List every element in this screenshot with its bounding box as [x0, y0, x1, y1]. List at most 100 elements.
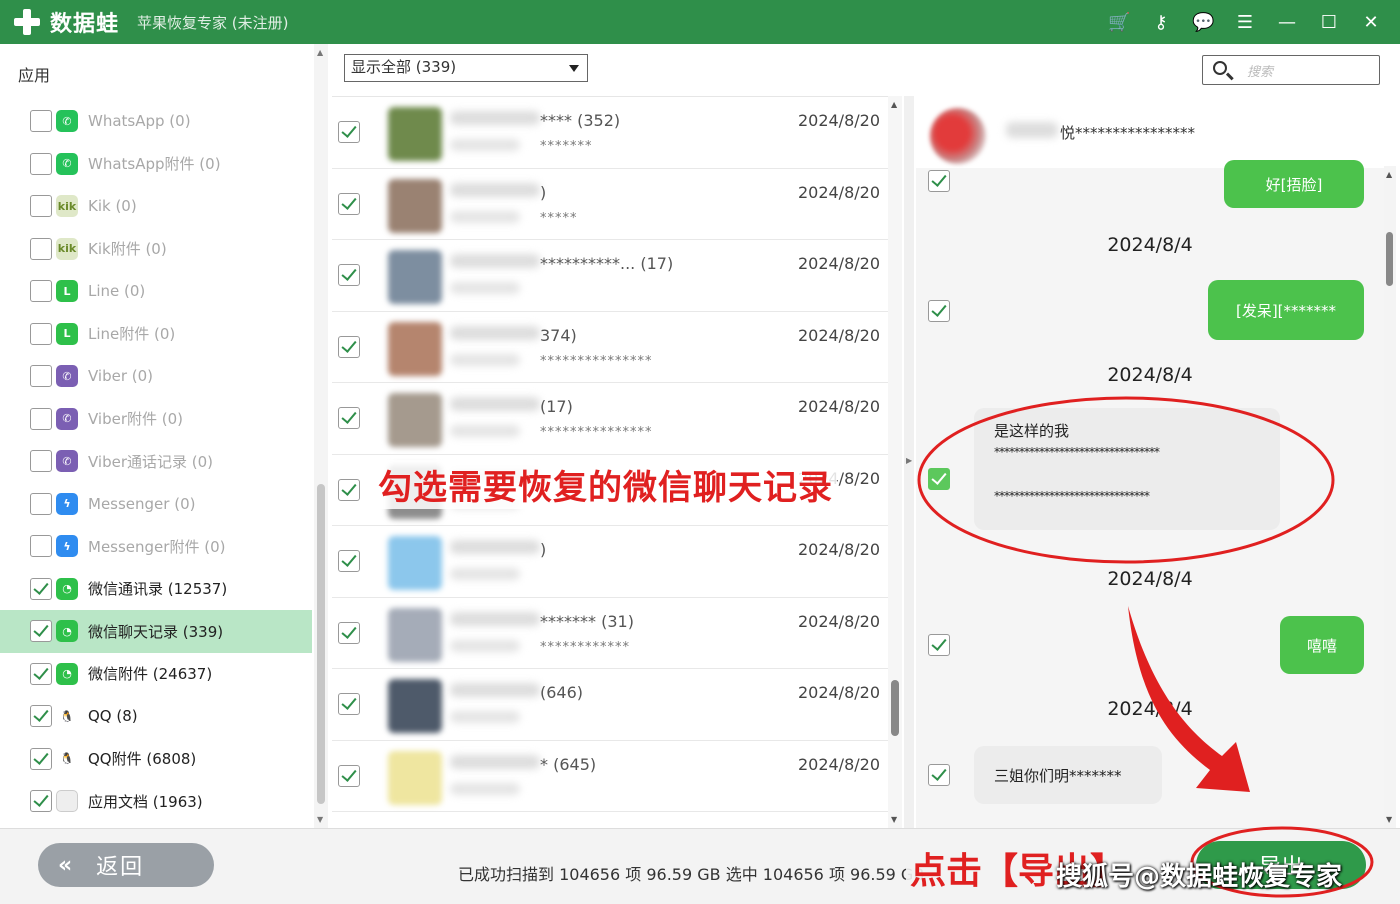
scroll-down-icon[interactable]: ▼: [317, 815, 323, 824]
sidebar-item-checkbox[interactable]: [30, 790, 52, 813]
scrollbar-thumb[interactable]: [317, 484, 325, 804]
key-icon[interactable]: ⚷: [1150, 12, 1172, 33]
scrollbar-thumb[interactable]: [891, 680, 899, 736]
pane-splitter[interactable]: ▶: [904, 96, 914, 828]
sidebar-scrollbar[interactable]: ▲ ▼: [314, 44, 328, 828]
conversation-name-blur: [450, 397, 540, 411]
sidebar-item[interactable]: ◔ 微信通讯录 (12537): [0, 568, 312, 611]
scroll-up-icon[interactable]: ▲: [891, 100, 897, 109]
sidebar-item-checkbox[interactable]: [30, 280, 52, 303]
conversation-checkbox[interactable]: [338, 693, 360, 715]
list-icon[interactable]: ☰: [1234, 12, 1256, 33]
sidebar-item[interactable]: ◔ 微信附件 (24637): [0, 653, 312, 696]
sidebar-item-checkbox[interactable]: [30, 492, 52, 515]
chat-scrollbar[interactable]: ▲ ▼: [1384, 166, 1396, 828]
back-button[interactable]: ‹‹ 返回: [38, 843, 214, 887]
sidebar-item[interactable]: ✆ Viber (0): [0, 355, 312, 398]
conversation-title: ): [540, 540, 547, 559]
conversation-date: 2024/8/20: [797, 111, 880, 130]
sidebar-item-checkbox[interactable]: [30, 450, 52, 473]
conversation-checkbox[interactable]: [338, 121, 360, 143]
app-logo: 数据蛙: [50, 12, 120, 37]
sidebar-item-checkbox[interactable]: [30, 535, 52, 558]
sidebar-item[interactable]: ◔ 微信聊天记录 (339): [0, 610, 312, 653]
chat-icon[interactable]: 💬: [1192, 12, 1214, 33]
message-checkbox[interactable]: [928, 170, 950, 192]
conversation-name-blur: [450, 325, 540, 340]
sidebar-item-checkbox[interactable]: [30, 152, 52, 175]
scroll-up-icon[interactable]: ▲: [1386, 170, 1392, 179]
conversation-name-blur: [450, 754, 540, 769]
sidebar-item[interactable]: kik Kik附件 (0): [0, 228, 312, 271]
sidebar-item[interactable]: ✆ Viber附件 (0): [0, 398, 312, 441]
sidebar-item[interactable]: ϟ Messenger (0): [0, 483, 312, 526]
sidebar-item[interactable]: L Line附件 (0): [0, 313, 312, 356]
conversation-checkbox[interactable]: [338, 478, 360, 501]
scroll-up-icon[interactable]: ▲: [317, 48, 323, 57]
conversation-row[interactable]: (17) *************** 2024/8/20: [332, 383, 888, 455]
sidebar-item[interactable]: 应用文档 (1963): [0, 780, 312, 823]
sidebar-item-checkbox[interactable]: [30, 237, 52, 260]
sidebar-item-label: WhatsApp附件 (0): [88, 155, 221, 174]
sidebar-item-checkbox[interactable]: [30, 705, 52, 728]
conversation-checkbox[interactable]: [338, 192, 360, 215]
conversation-row[interactable]: **** (352) ******* 2024/8/20: [332, 97, 888, 169]
sidebar-item[interactable]: 🐧 QQ (8): [0, 695, 312, 738]
conversation-row[interactable]: **********... (17) 2024/8/20: [332, 240, 888, 312]
conversation-row[interactable]: ) ***** 2024/8/20: [332, 169, 888, 240]
sidebar-item-checkbox[interactable]: [30, 620, 52, 643]
sidebar-item-checkbox[interactable]: [30, 747, 52, 770]
conversation-checkbox[interactable]: [338, 407, 360, 429]
conversation-scrollbar[interactable]: ▲ ▼: [888, 96, 902, 828]
sidebar-item[interactable]: ✆ Viber通话记录 (0): [0, 440, 312, 483]
message-checkbox[interactable]: [928, 300, 950, 322]
conversation-checkbox[interactable]: [338, 764, 360, 787]
conversation-checkbox[interactable]: [338, 264, 360, 286]
sidebar-item[interactable]: ✆ WhatsApp (0): [0, 100, 312, 143]
scrollbar-thumb[interactable]: [1386, 232, 1393, 286]
sidebar-item-label: Kik (0): [88, 197, 137, 216]
conversation-checkbox[interactable]: [338, 335, 360, 358]
conversation-row[interactable]: ) 2024/8/20: [332, 526, 888, 598]
sidebar-item[interactable]: kik Kik (0): [0, 185, 312, 228]
conversation-date: 2024/8/20: [797, 611, 880, 631]
sidebar-item-checkbox[interactable]: [30, 322, 52, 345]
sidebar-item-checkbox[interactable]: [30, 577, 52, 600]
conversation-row[interactable]: 374) *************** 2024/8/20: [332, 312, 888, 383]
conversation-date: 2024/8/20: [797, 540, 880, 559]
maximize-icon[interactable]: ☐: [1318, 12, 1340, 33]
close-icon[interactable]: ✕: [1360, 12, 1382, 33]
conversation-checkbox[interactable]: [338, 550, 360, 572]
conversation-checkbox[interactable]: [338, 621, 360, 644]
conversation-row[interactable]: * (645) 2024/8/20: [332, 741, 888, 812]
conversation-preview: ***************: [540, 353, 653, 369]
sidebar-item-label: 微信通讯录 (12537): [88, 580, 228, 599]
conversation-title: 374): [540, 325, 577, 345]
sidebar-item[interactable]: 🐧 QQ附件 (6808): [0, 738, 312, 781]
conversation-preview-blur: [450, 568, 520, 580]
conversation-preview: *****: [540, 210, 578, 226]
sidebar-item-checkbox[interactable]: [30, 110, 52, 133]
scroll-down-icon[interactable]: ▼: [891, 815, 897, 824]
sidebar-item-checkbox[interactable]: [30, 365, 52, 388]
conversation-row[interactable]: ******* (31) ************ 2024/8/20: [332, 598, 888, 669]
minimize-icon[interactable]: —: [1276, 12, 1298, 33]
sidebar-item-checkbox[interactable]: [30, 662, 52, 685]
message-checkbox[interactable]: [928, 764, 950, 786]
sidebar-item[interactable]: ✆ WhatsApp附件 (0): [0, 143, 312, 186]
message-checkbox[interactable]: [928, 468, 950, 490]
sidebar-item-checkbox[interactable]: [30, 407, 52, 430]
conversation-date: 2024/8/20: [797, 397, 880, 416]
filter-dropdown[interactable]: 显示全部 (339): [344, 54, 588, 82]
conversation-title: ): [540, 182, 547, 202]
conversation-row[interactable]: (646) 2024/8/20: [332, 669, 888, 741]
sidebar-item-label: Messenger附件 (0): [88, 537, 226, 556]
sidebar-item-checkbox[interactable]: [30, 195, 52, 218]
chat-messages: 好[捂脸] 2024/8/4 [发呆][******* 2024/8/4 是这样…: [916, 160, 1384, 828]
message-checkbox[interactable]: [928, 634, 950, 656]
scroll-down-icon[interactable]: ▼: [1386, 815, 1392, 824]
search-field[interactable]: 搜索: [1202, 55, 1380, 85]
cart-icon[interactable]: 🛒: [1108, 12, 1130, 33]
sidebar-item[interactable]: ϟ Messenger附件 (0): [0, 525, 312, 568]
sidebar-item[interactable]: L Line (0): [0, 270, 312, 313]
